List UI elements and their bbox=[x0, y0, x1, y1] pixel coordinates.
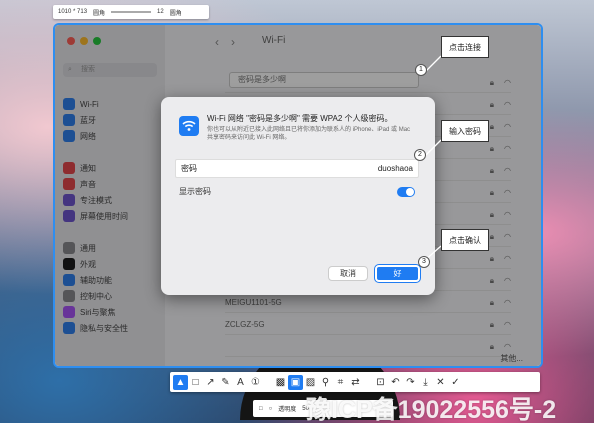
annotation-step-2: 2 bbox=[414, 149, 426, 161]
annotation-label-1: 点击连接 bbox=[441, 36, 489, 58]
annotation-label-3: 点击确认 bbox=[441, 229, 489, 251]
ocr-icon[interactable]: ⌗ bbox=[333, 375, 348, 390]
capture-size-readout: 1010 * 713 bbox=[58, 9, 88, 15]
hatch-icon[interactable]: ▨ bbox=[303, 375, 318, 390]
show-password-row: 显示密码 bbox=[179, 186, 415, 197]
annotation-label-2: 输入密码 bbox=[441, 120, 489, 142]
square-shape-icon[interactable]: □ bbox=[259, 406, 263, 412]
translate-icon[interactable]: ⇄ bbox=[348, 375, 363, 390]
opacity-label: 透明度 bbox=[278, 407, 297, 413]
arrow-icon[interactable]: ↗ bbox=[203, 375, 218, 390]
corner-radius-value: 12 bbox=[157, 9, 164, 15]
close-icon[interactable]: ✕ bbox=[433, 375, 448, 390]
show-password-label: 显示密码 bbox=[179, 187, 211, 196]
pointer-icon[interactable]: ▲ bbox=[173, 374, 188, 390]
crop-icon[interactable]: ⊡ bbox=[373, 375, 388, 390]
corner-mode-label[interactable]: 圆角 bbox=[93, 8, 105, 17]
password-input[interactable]: duoshaoa bbox=[378, 164, 413, 173]
circle-shape-icon[interactable]: ○ bbox=[269, 406, 273, 412]
redo-icon[interactable]: ↷ bbox=[403, 375, 418, 390]
check-icon[interactable]: ✓ bbox=[448, 375, 463, 390]
undo-icon[interactable]: ↶ bbox=[388, 375, 403, 390]
pen-icon[interactable]: ✎ bbox=[218, 375, 233, 390]
wifi-password-dialog: Wi-Fi 网络 "密码是多少啊" 需要 WPA2 个人级密码。 你也可以从附近… bbox=[161, 97, 435, 295]
dialog-title: Wi-Fi 网络 "密码是多少啊" 需要 WPA2 个人级密码。 bbox=[207, 114, 393, 123]
cancel-button[interactable]: 取消 bbox=[328, 266, 368, 281]
annotation-step-3: 3 bbox=[418, 256, 430, 268]
show-password-toggle[interactable] bbox=[397, 186, 415, 197]
annotation-step-1: 1 bbox=[415, 64, 427, 76]
rectangle-icon[interactable]: □ bbox=[188, 375, 203, 390]
download-icon[interactable]: ⤓ bbox=[418, 375, 433, 390]
corner-radius-unit: 圆角 bbox=[169, 10, 182, 17]
password-label: 密码 bbox=[181, 164, 197, 173]
corner-radius-slider[interactable] bbox=[111, 11, 152, 13]
step-number-icon[interactable]: ① bbox=[248, 375, 263, 390]
capture-size-toolbar[interactable]: 1010 * 713 圆角 12 圆角 bbox=[53, 5, 209, 19]
icp-watermark: 豫ICP备19022556号-2 bbox=[306, 396, 557, 423]
pin-icon[interactable]: ⚲ bbox=[318, 375, 333, 390]
highlight-icon[interactable]: ▣ bbox=[288, 374, 303, 390]
ok-button[interactable]: 好 bbox=[375, 265, 420, 282]
annotation-toolbar: ▲ □ ↗ ✎ A ① ▩ ▣ ▨ ⚲ ⌗ ⇄ ⊡ ↶ ↷ ⤓ ✕ ✓ bbox=[170, 372, 540, 392]
text-icon[interactable]: A bbox=[233, 375, 248, 390]
dialog-description: 你也可以从附近已接入此网络且已将你添加为联系人的 iPhone、iPad 或 M… bbox=[207, 127, 411, 141]
mosaic-icon[interactable]: ▩ bbox=[273, 375, 288, 390]
password-row[interactable]: 密码 duoshaoa bbox=[175, 159, 419, 178]
wifi-icon bbox=[179, 116, 199, 136]
